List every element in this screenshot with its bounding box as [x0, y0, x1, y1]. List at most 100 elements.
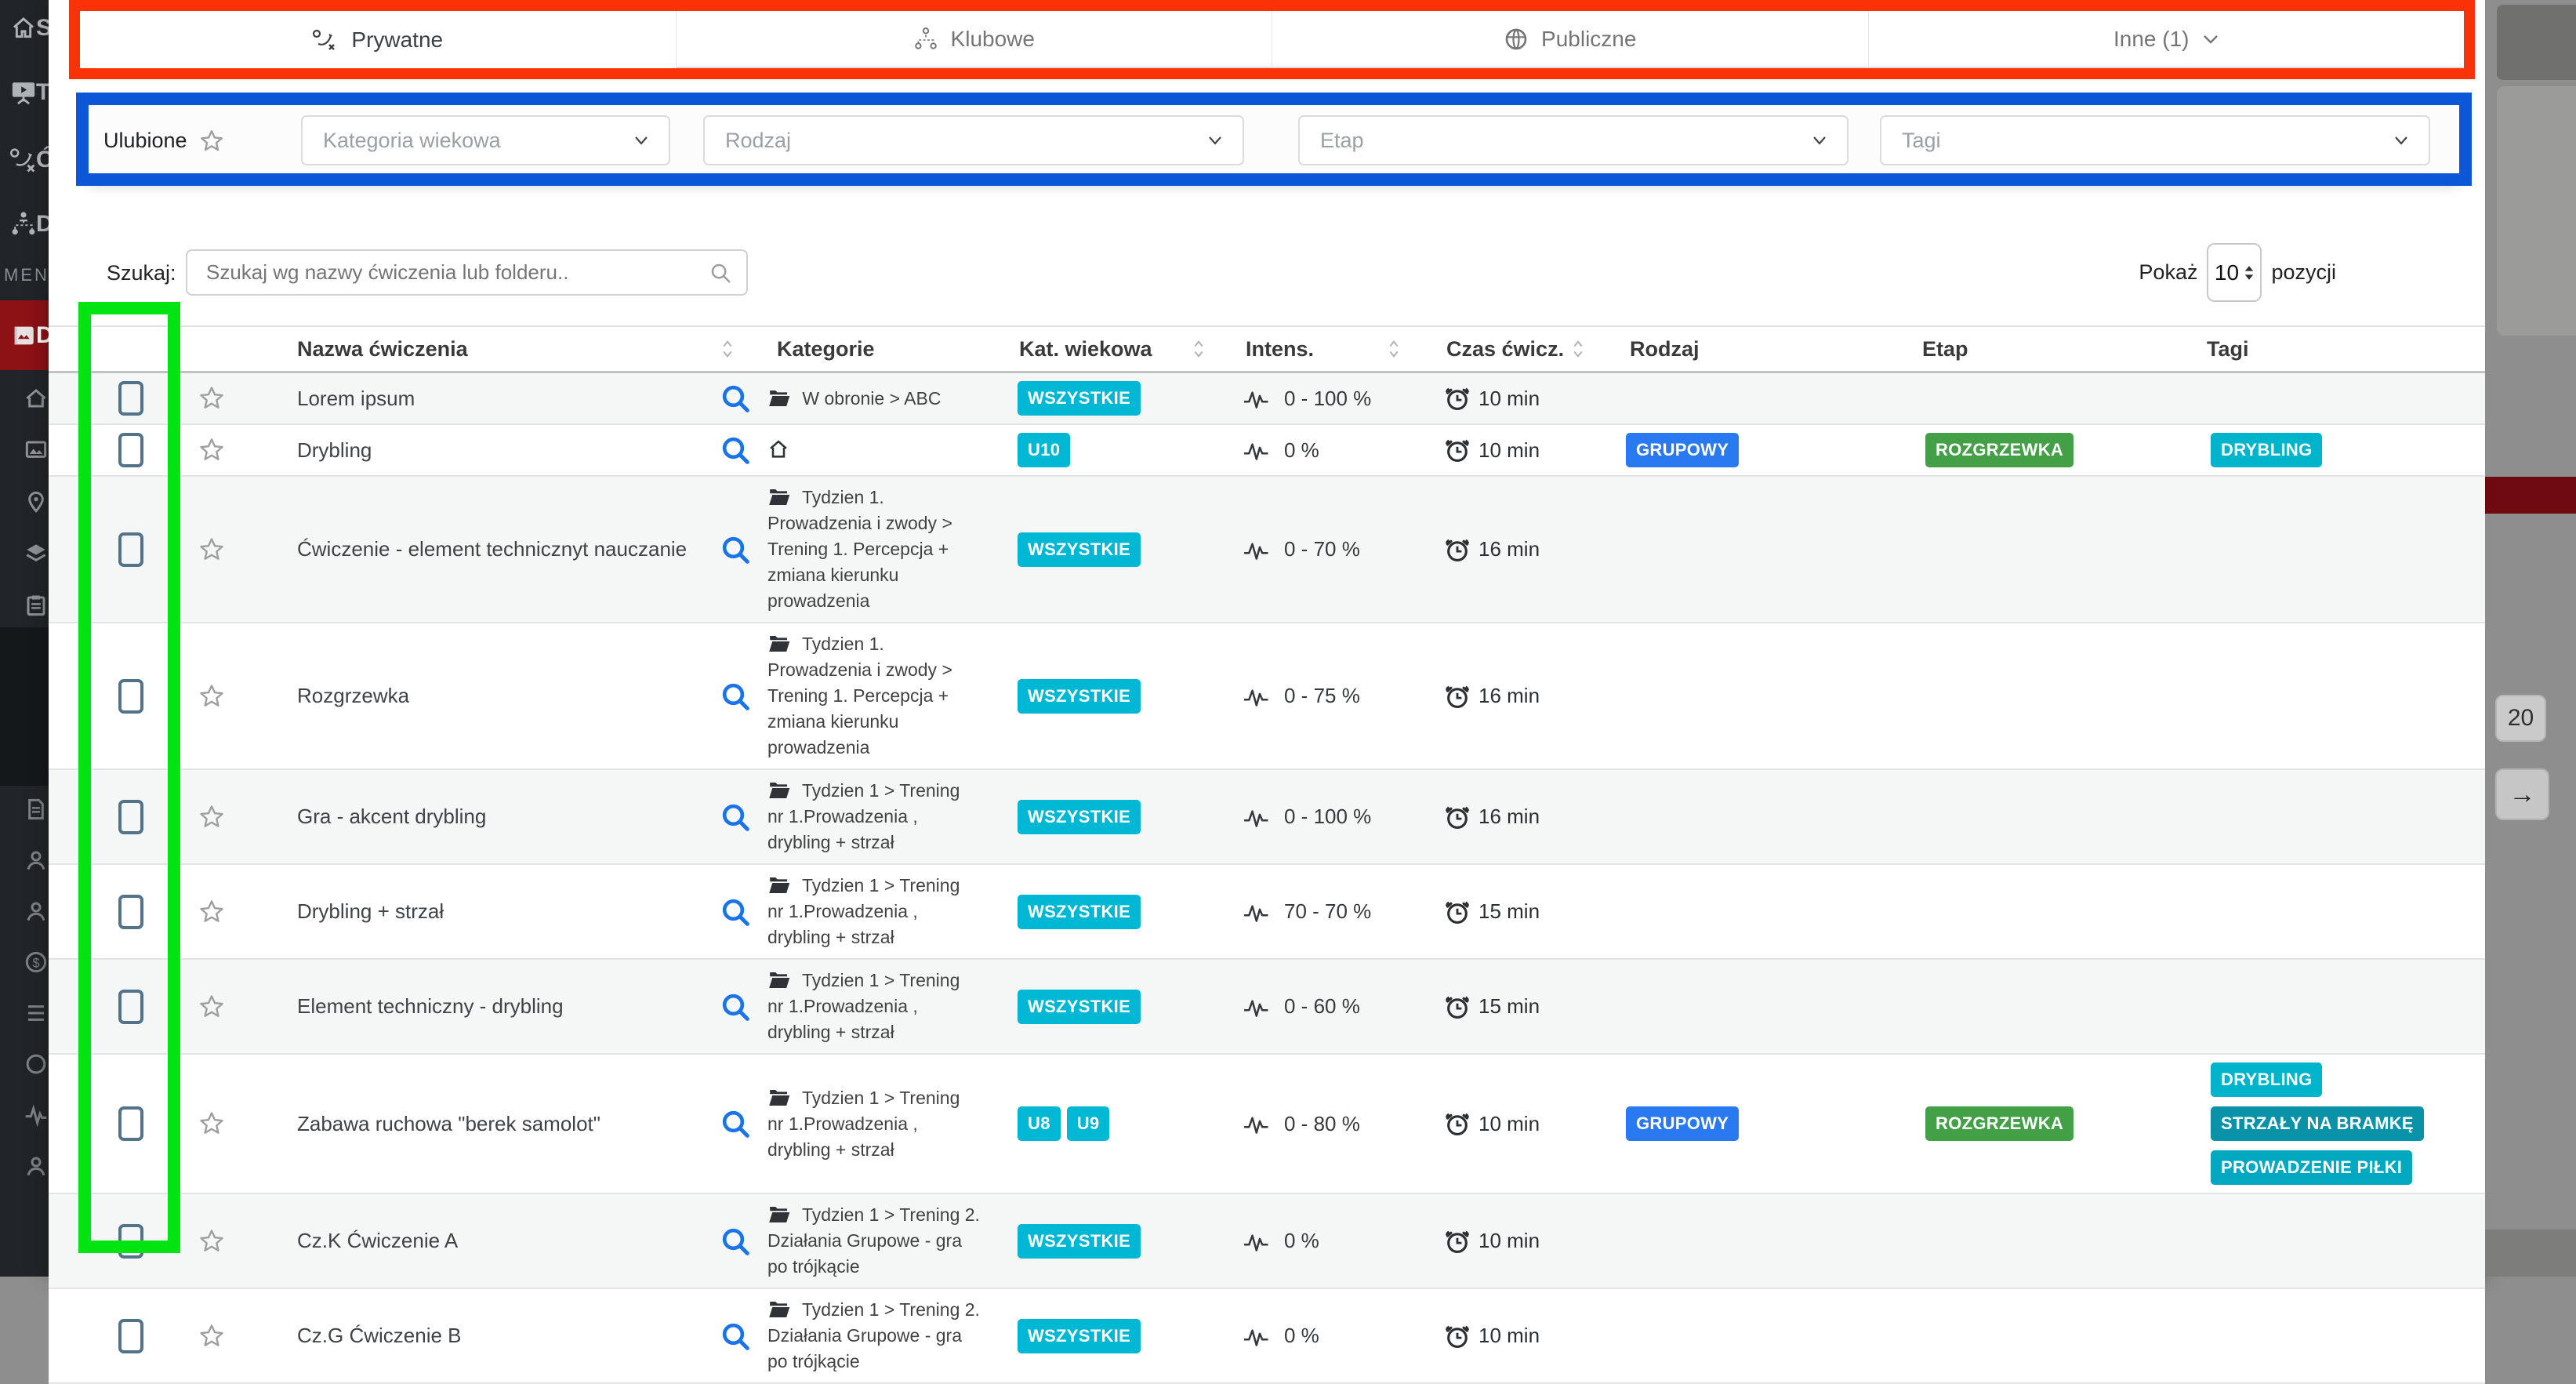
- preview-icon[interactable]: [720, 681, 751, 712]
- sidebar-item[interactable]: [24, 1153, 49, 1179]
- row-checkbox[interactable]: [118, 433, 143, 467]
- sidebar-item[interactable]: [24, 386, 49, 411]
- age-badges: U8U9: [1011, 1055, 1223, 1193]
- age-badge: WSZYSTKIE: [1018, 990, 1141, 1024]
- preview-icon[interactable]: [720, 1320, 751, 1352]
- age-badge: U9: [1067, 1106, 1110, 1141]
- sidebar-item[interactable]: [24, 541, 49, 566]
- row-checkbox[interactable]: [118, 800, 143, 834]
- tab-publiczne[interactable]: Publiczne: [1272, 11, 1869, 68]
- header-intens[interactable]: Intens.: [1223, 337, 1435, 361]
- filter-etap[interactable]: Etap: [1298, 115, 1849, 165]
- sort-icon[interactable]: [722, 339, 733, 359]
- row-checkbox[interactable]: [118, 1106, 143, 1141]
- sidebar-item-active[interactable]: D: [0, 300, 49, 370]
- sort-icon[interactable]: [1193, 339, 1204, 359]
- header-etap[interactable]: Etap: [1913, 337, 2195, 361]
- sidebar-item-start[interactable]: S: [0, 6, 49, 50]
- favorite-star-icon[interactable]: [198, 1227, 226, 1255]
- sort-icon[interactable]: [1388, 339, 1399, 359]
- search-label: Szukaj:: [107, 261, 176, 285]
- header-rodzaj[interactable]: Rodzaj: [1623, 337, 1913, 361]
- home-icon: [24, 387, 48, 410]
- favorite-star-icon[interactable]: [198, 1110, 226, 1138]
- tab-klubowe[interactable]: Klubowe: [677, 11, 1273, 68]
- background-next-button[interactable]: →: [2495, 768, 2549, 820]
- svg-text:$: $: [32, 956, 39, 971]
- tag-badges: [2195, 373, 2485, 423]
- favorite-star-icon[interactable]: [198, 993, 226, 1021]
- exercise-name: Cz.K Ćwiczenie A: [297, 1229, 458, 1253]
- sidebar-item[interactable]: [24, 848, 49, 873]
- row-checkbox[interactable]: [118, 679, 143, 714]
- header-nazwa[interactable]: Nazwa ćwiczenia: [274, 337, 764, 361]
- preview-icon[interactable]: [720, 991, 751, 1023]
- exercises-table: Nazwa ćwiczenia Kategorie Kat. wiekowa I…: [49, 325, 2485, 1384]
- page-size-select[interactable]: 10: [2207, 243, 2262, 302]
- filter-bar: Ulubione Kategoria wiekowa Rodzaj Etap T…: [89, 104, 2459, 178]
- time-value: 10 min: [1478, 438, 1540, 463]
- header-tagi[interactable]: Tagi: [2195, 337, 2485, 361]
- sidebar-item[interactable]: [24, 438, 49, 463]
- sidebar-item[interactable]: [24, 1102, 49, 1128]
- header-czas[interactable]: Czas ćwicz.: [1435, 337, 1623, 361]
- time-value: 16 min: [1478, 805, 1540, 829]
- row-checkbox[interactable]: [118, 532, 143, 567]
- filter-rodzaj[interactable]: Rodzaj: [703, 115, 1244, 165]
- favorite-star-icon[interactable]: [198, 436, 226, 464]
- preview-icon[interactable]: [720, 534, 751, 565]
- star-icon: [198, 128, 225, 154]
- sidebar-item-training[interactable]: T: [0, 71, 49, 114]
- layers-icon: [24, 542, 48, 565]
- sidebar-item-team[interactable]: D: [0, 202, 49, 246]
- preview-icon[interactable]: [720, 896, 751, 928]
- table-row: Drybling + strzał Tydzien 1 > Trening nr…: [49, 865, 2485, 960]
- preview-icon[interactable]: [720, 383, 751, 414]
- age-badges: WSZYSTKIE: [1011, 623, 1223, 768]
- preview-icon[interactable]: [720, 434, 751, 466]
- row-checkbox[interactable]: [118, 895, 143, 929]
- pin-icon: [24, 490, 48, 514]
- favorites-toggle[interactable]: Ulubione: [103, 104, 225, 178]
- sidebar-item[interactable]: [24, 593, 49, 618]
- tab-prywatne[interactable]: Prywatne: [80, 11, 677, 68]
- row-checkbox[interactable]: [118, 381, 143, 416]
- favorite-star-icon[interactable]: [198, 536, 226, 564]
- sidebar-item[interactable]: [24, 1001, 49, 1026]
- intensity-icon: [1243, 1325, 1276, 1347]
- sort-icon[interactable]: [1573, 339, 1584, 359]
- activity-icon: [24, 1103, 48, 1127]
- favorite-star-icon[interactable]: [198, 384, 226, 412]
- background-page-number[interactable]: 20: [2495, 695, 2546, 742]
- sidebar-item[interactable]: [24, 899, 49, 924]
- filter-age-category[interactable]: Kategoria wiekowa: [301, 115, 670, 165]
- favorite-star-icon[interactable]: [198, 898, 226, 926]
- tab-inne[interactable]: Inne (1): [1869, 11, 2465, 68]
- intensity-value: 0 - 60 %: [1284, 994, 1360, 1019]
- filter-tagi[interactable]: Tagi: [1880, 115, 2430, 165]
- location-text: Tydzien 1. Prowadzenia i zwody > Trening…: [767, 487, 952, 611]
- table-row: Drybling U10 0 % 10 min GRUPOWY ROZGRZEW…: [49, 425, 2485, 477]
- clock-icon: [1444, 437, 1471, 463]
- sidebar-item[interactable]: [24, 797, 49, 822]
- sidebar-item[interactable]: [24, 1052, 49, 1077]
- favorite-star-icon[interactable]: [198, 803, 226, 831]
- favorite-star-icon[interactable]: [198, 682, 226, 710]
- header-kat-wiekowa[interactable]: Kat. wiekowa: [1011, 337, 1223, 361]
- search-input[interactable]: [187, 260, 709, 285]
- header-kategorie[interactable]: Kategorie: [764, 337, 1011, 361]
- dropdown-placeholder: Rodzaj: [725, 129, 791, 153]
- preview-icon[interactable]: [720, 1108, 751, 1139]
- tag-badge: STRZAŁY NA BRAMKĘ: [2211, 1106, 2424, 1141]
- sidebar-item[interactable]: $: [24, 950, 49, 975]
- row-checkbox[interactable]: [118, 1319, 143, 1353]
- preview-icon[interactable]: [720, 1226, 751, 1257]
- row-checkbox[interactable]: [118, 990, 143, 1024]
- sidebar-item[interactable]: [24, 489, 49, 514]
- exercise-location: Tydzien 1 > Trening nr 1.Prowadzenia , d…: [767, 873, 981, 950]
- team-structure-icon: [9, 211, 38, 238]
- sidebar-item-exercises[interactable]: Ć: [0, 138, 49, 182]
- favorite-star-icon[interactable]: [198, 1322, 226, 1350]
- row-checkbox[interactable]: [118, 1224, 143, 1259]
- preview-icon[interactable]: [720, 801, 751, 833]
